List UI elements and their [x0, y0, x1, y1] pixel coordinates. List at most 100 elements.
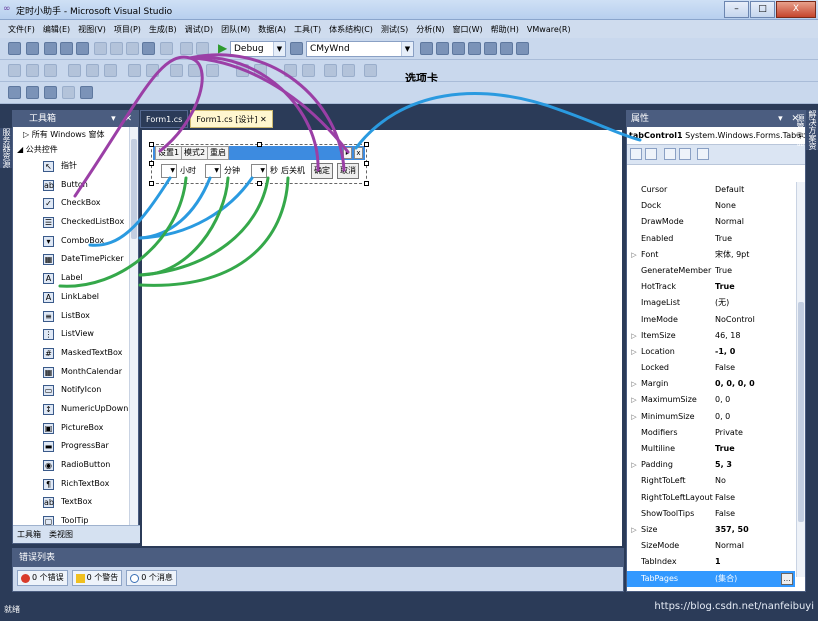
vertical-spacing-icon[interactable]: [236, 64, 249, 77]
property-row-generatemember[interactable]: GenerateMember True: [627, 263, 795, 279]
property-value[interactable]: -1, 0: [715, 344, 795, 360]
menu-test[interactable]: 测试(S): [377, 24, 412, 35]
decrease-spacing-icon[interactable]: [206, 64, 219, 77]
menu-view[interactable]: 视图(V): [74, 24, 110, 35]
property-value[interactable]: Default: [715, 182, 795, 198]
server-explorer-strip[interactable]: 服务器资源管理器: [0, 128, 12, 168]
property-row-imagelist[interactable]: ImageList (无): [627, 295, 795, 311]
maximize-button[interactable]: □: [750, 1, 775, 18]
menu-debug[interactable]: 调试(D): [181, 24, 217, 35]
property-row-righttoleftlayout[interactable]: RightToLeftLayout False: [627, 490, 795, 506]
start-page-icon[interactable]: [500, 42, 513, 55]
menu-team[interactable]: 团队(M): [217, 24, 254, 35]
toolbox-scrollbar[interactable]: [129, 127, 138, 525]
tab-order-icon[interactable]: [364, 64, 377, 77]
tab-page-2[interactable]: 模式2: [181, 146, 209, 160]
property-value[interactable]: Private: [715, 425, 795, 441]
navigate-back-icon[interactable]: [180, 42, 193, 55]
property-value[interactable]: False: [715, 360, 795, 376]
property-row-multiline[interactable]: Multiline True: [627, 441, 795, 457]
property-value[interactable]: (无): [715, 295, 795, 311]
minute-combobox[interactable]: ▼: [205, 164, 221, 178]
property-row-locked[interactable]: Locked False: [627, 360, 795, 376]
tab-scroll-left-icon[interactable]: ▸: [343, 147, 352, 159]
properties-window-icon[interactable]: [452, 42, 465, 55]
property-value[interactable]: 0, 0: [715, 409, 795, 425]
property-row-margin[interactable]: ▷ Margin 0, 0, 0, 0: [627, 376, 795, 392]
toolbox-item-monthcalendar[interactable]: ▦ MonthCalendar: [13, 363, 138, 382]
tab-page-1[interactable]: 设置1: [155, 146, 183, 160]
property-pages-icon[interactable]: [697, 148, 709, 160]
property-value[interactable]: True: [715, 279, 795, 295]
property-row-size[interactable]: ▷ Size 357, 50: [627, 522, 795, 538]
toolbox-item-linklabel[interactable]: A LinkLabel: [13, 288, 138, 307]
horizontal-spacing-icon[interactable]: [170, 64, 183, 77]
menu-tools[interactable]: 工具(T): [290, 24, 325, 35]
property-row-maximumsize[interactable]: ▷ MaximumSize 0, 0: [627, 392, 795, 408]
find-icon[interactable]: [290, 42, 303, 55]
extension-manager-icon[interactable]: [516, 42, 529, 55]
menu-analyze[interactable]: 分析(N): [412, 24, 448, 35]
menu-data[interactable]: 数据(A): [254, 24, 290, 35]
redo-icon[interactable]: [160, 42, 173, 55]
property-row-itemsize[interactable]: ▷ ItemSize 46, 18: [627, 328, 795, 344]
property-value[interactable]: None: [715, 198, 795, 214]
align-middle-icon[interactable]: [86, 64, 99, 77]
resize-handle[interactable]: [257, 142, 262, 147]
toolbox-icon[interactable]: [484, 42, 497, 55]
menu-edit[interactable]: 编辑(E): [39, 24, 74, 35]
property-value[interactable]: 5, 3: [715, 457, 795, 473]
property-value[interactable]: True: [715, 231, 795, 247]
toolbox-item-textbox[interactable]: ab TextBox: [13, 493, 138, 512]
toolbox-item-richtextbox[interactable]: ¶ RichTextBox: [13, 475, 138, 494]
property-value[interactable]: 宋体, 9pt: [715, 247, 795, 263]
toolbox-item-button[interactable]: ab Button: [13, 176, 138, 195]
center-vertically-icon[interactable]: [302, 64, 315, 77]
copy-icon[interactable]: [110, 42, 123, 55]
property-row-minimumsize[interactable]: ▷ MinimumSize 0, 0: [627, 409, 795, 425]
solution-explorer-icon[interactable]: [436, 42, 449, 55]
property-value[interactable]: NoControl: [715, 312, 795, 328]
bookmark-icon[interactable]: [44, 86, 57, 99]
property-value[interactable]: False: [715, 506, 795, 522]
tab-page-3[interactable]: 重启: [207, 146, 229, 160]
add-item-icon[interactable]: [26, 42, 39, 55]
align-right-icon[interactable]: [44, 64, 57, 77]
toolbox-item-combobox[interactable]: ▾ ComboBox: [13, 232, 138, 251]
increase-spacing-icon[interactable]: [188, 64, 201, 77]
tab-form1-code[interactable]: Form1.cs: [140, 110, 189, 128]
toolbox-item-progressbar[interactable]: ▬ ProgressBar: [13, 437, 138, 456]
next-bookmark-icon[interactable]: [62, 86, 75, 99]
property-row-righttoleft[interactable]: RightToLeft No: [627, 473, 795, 489]
designer-surface[interactable]: 设置1 模式2 重启 ▸ x ▼ 小时 ▼ 分钟 ▼ 秒 后关机 确定 取消: [142, 130, 622, 546]
menu-file[interactable]: 文件(F): [4, 24, 39, 35]
object-browser-icon[interactable]: [468, 42, 481, 55]
menu-build[interactable]: 生成(B): [145, 24, 181, 35]
minimize-button[interactable]: –: [724, 1, 749, 18]
cancel-button[interactable]: 取消: [337, 163, 359, 179]
property-row-showtooltips[interactable]: ShowToolTips False: [627, 506, 795, 522]
tab-class-view[interactable]: 类视图: [49, 526, 73, 543]
paste-icon[interactable]: [126, 42, 139, 55]
align-bottom-icon[interactable]: [104, 64, 117, 77]
menu-project[interactable]: 项目(P): [110, 24, 145, 35]
resize-handle[interactable]: [257, 181, 262, 186]
properties-scrollbar[interactable]: [796, 182, 805, 577]
property-row-location[interactable]: ▷ Location -1, 0: [627, 344, 795, 360]
solution-explorer-strip[interactable]: 解决方案资源管理器: [796, 110, 818, 150]
start-debugging-icon[interactable]: ▶: [218, 41, 227, 55]
resize-handle[interactable]: [149, 161, 154, 166]
expand-icon[interactable]: ▷: [627, 328, 641, 344]
property-row-font[interactable]: ▷ Font 宋体, 9pt: [627, 247, 795, 263]
property-value[interactable]: True: [715, 263, 795, 279]
bring-to-front-icon[interactable]: [324, 64, 337, 77]
align-left-icon[interactable]: [8, 64, 21, 77]
resize-handle[interactable]: [149, 181, 154, 186]
property-row-hottrack[interactable]: HotTrack True: [627, 279, 795, 295]
property-value[interactable]: Normal: [715, 214, 795, 230]
errors-filter-button[interactable]: 0 个错误: [17, 570, 68, 586]
align-top-icon[interactable]: [68, 64, 81, 77]
ellipsis-button[interactable]: …: [781, 572, 793, 585]
expand-icon[interactable]: ▷: [627, 392, 641, 408]
property-row-drawmode[interactable]: DrawMode Normal: [627, 214, 795, 230]
